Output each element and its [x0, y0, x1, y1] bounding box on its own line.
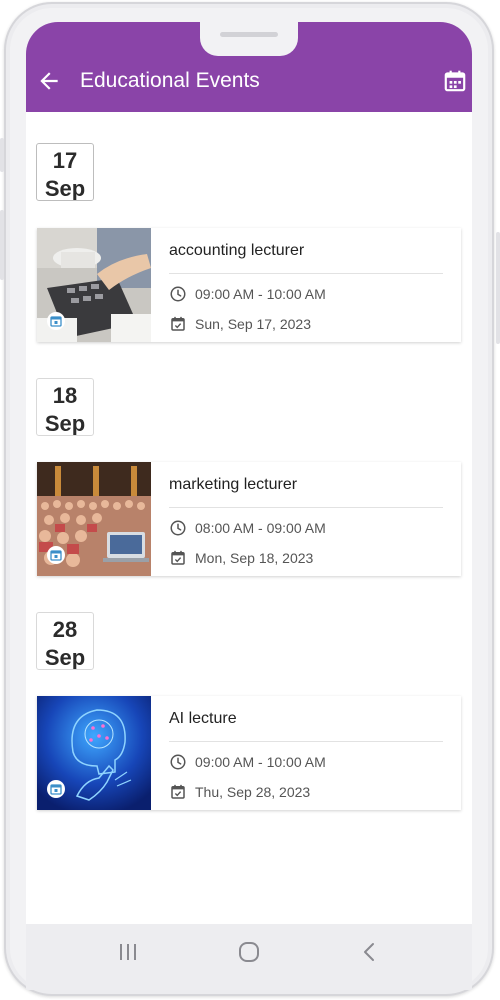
- event-date-row: Sun, Sep 17, 2023: [169, 314, 311, 334]
- volume-button: [0, 138, 4, 172]
- date-badge: 17 Sep: [36, 143, 94, 201]
- event-date: Sun, Sep 17, 2023: [195, 316, 311, 332]
- date-month: Sep: [44, 176, 86, 201]
- calendar-button[interactable]: [442, 68, 468, 94]
- event-time-row: 09:00 AM - 10:00 AM: [169, 284, 326, 304]
- page-title: Educational Events: [80, 69, 260, 92]
- event-date-icon: [171, 316, 185, 331]
- nav-back-button[interactable]: [342, 924, 398, 980]
- event-title: accounting lecturer: [169, 242, 305, 259]
- event-time: 09:00 AM - 10:00 AM: [195, 754, 326, 770]
- event-date-icon: [171, 784, 185, 799]
- event-type-badge: [47, 780, 65, 798]
- event-time: 09:00 AM - 10:00 AM: [195, 286, 326, 302]
- date-badge: 28 Sep: [36, 612, 94, 670]
- nav-back-icon: [364, 943, 374, 961]
- event-time: 08:00 AM - 09:00 AM: [195, 520, 326, 536]
- calendar-small-icon: [50, 550, 62, 561]
- volume-button-lower: [0, 210, 4, 280]
- event-date-row: Thu, Sep 28, 2023: [169, 782, 310, 802]
- date-badge: 18 Sep: [36, 378, 94, 436]
- speaker-grille: [220, 32, 278, 37]
- event-image: [37, 696, 151, 810]
- event-date-icon: [171, 550, 185, 565]
- power-button: [496, 232, 500, 344]
- event-image: [37, 462, 151, 576]
- app-bar: Educational Events: [26, 22, 472, 112]
- divider: [169, 507, 443, 508]
- date-month: Sep: [44, 645, 86, 670]
- event-date: Thu, Sep 28, 2023: [195, 784, 311, 800]
- event-time-row: 08:00 AM - 09:00 AM: [169, 518, 326, 538]
- camera-notch: [200, 22, 298, 56]
- clock-icon: [170, 520, 186, 536]
- event-card-accounting[interactable]: accounting lecturer 09:00 AM - 10:00 AM …: [37, 228, 461, 342]
- calendar-icon: [444, 70, 466, 92]
- system-nav-bar: [26, 924, 472, 990]
- event-type-badge: [47, 312, 65, 330]
- recents-button[interactable]: [100, 924, 156, 980]
- divider: [169, 741, 443, 742]
- home-icon: [239, 942, 259, 962]
- home-button[interactable]: [221, 924, 277, 980]
- divider: [169, 273, 443, 274]
- calendar-small-icon: [50, 784, 62, 795]
- event-type-badge: [47, 546, 65, 564]
- date-day: 18: [52, 383, 78, 408]
- calendar-small-icon: [50, 316, 62, 327]
- event-card-marketing[interactable]: marketing lecturer 08:00 AM - 09:00 AM M…: [37, 462, 461, 576]
- event-time-row: 09:00 AM - 10:00 AM: [169, 752, 326, 772]
- event-date-row: Mon, Sep 18, 2023: [169, 548, 313, 568]
- event-card-ai[interactable]: AI lecture 09:00 AM - 10:00 AM Thu, Sep …: [37, 696, 461, 810]
- event-image: [37, 228, 151, 342]
- date-day: 28: [52, 617, 78, 642]
- phone-screen: Educational Events 17 Sep accounting lec…: [26, 22, 472, 990]
- recents-icon: [120, 944, 136, 960]
- date-day: 17: [52, 148, 78, 173]
- back-button[interactable]: [36, 68, 62, 94]
- clock-icon: [170, 754, 186, 770]
- arrow-left-icon: [40, 72, 58, 90]
- event-title: AI lecture: [169, 710, 237, 727]
- date-month: Sep: [44, 411, 86, 436]
- event-title: marketing lecturer: [169, 476, 298, 493]
- event-date: Mon, Sep 18, 2023: [195, 550, 314, 566]
- clock-icon: [170, 286, 186, 302]
